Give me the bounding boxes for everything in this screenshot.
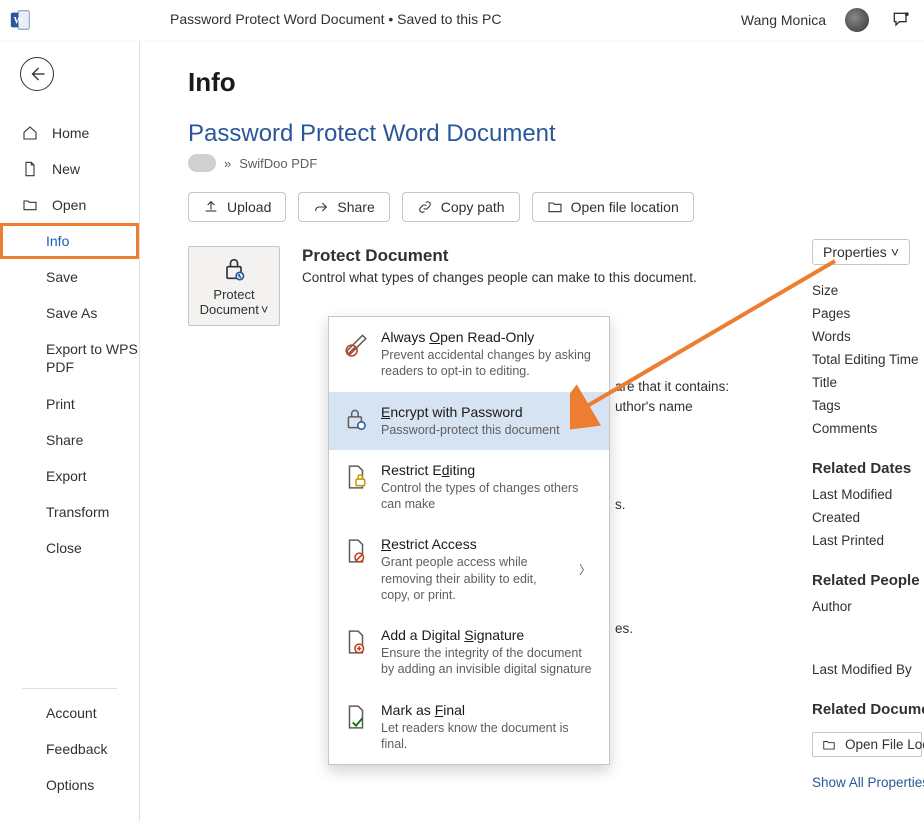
back-button[interactable] (20, 57, 54, 91)
prop-comments: Comments (808, 417, 924, 440)
word-app-icon: W (0, 9, 40, 31)
prop-last-printed: Last Printed (808, 529, 924, 552)
doc-main-title: Password Protect Word Document (188, 120, 924, 148)
info-page: Info Password Protect Word Document » Sw… (140, 41, 924, 821)
action-row: Upload Share Copy path Open file locatio… (188, 192, 924, 222)
restrict-edit-icon (343, 462, 369, 492)
upload-button[interactable]: Upload (188, 192, 286, 222)
menu-readonly[interactable]: Always Open Read-Only Prevent accidental… (329, 317, 609, 392)
user-name[interactable]: Wang Monica (741, 12, 826, 28)
prop-author: Author (808, 595, 924, 618)
page-heading: Info (188, 67, 924, 98)
sidebar-divider (22, 688, 117, 689)
menu-restrict-access[interactable]: Restrict Access Grant people access whil… (329, 524, 609, 615)
chevron-down-icon: ˅ (891, 244, 899, 260)
copy-path-button[interactable]: Copy path (402, 192, 520, 222)
protect-document-menu: Always Open Read-Only Prevent accidental… (328, 316, 610, 765)
home-icon (22, 125, 38, 141)
svg-text:W: W (14, 16, 24, 26)
properties-button[interactable]: Properties˅ (812, 239, 910, 265)
menu-restrict-editing[interactable]: Restrict Editing Control the types of ch… (329, 450, 609, 525)
nav-open[interactable]: Open (0, 187, 139, 223)
upload-icon (203, 199, 219, 215)
backstage-sidebar: Home New Open Info Save Save As Export t… (0, 41, 140, 821)
protect-document-tile[interactable]: Protect Document˅ (188, 246, 280, 326)
user-avatar[interactable] (844, 7, 870, 33)
title-bar: W Password Protect Word Document • Saved… (0, 0, 924, 40)
nav-options[interactable]: Options (0, 767, 139, 803)
nav-export-wps[interactable]: Export to WPS PDF (0, 331, 139, 386)
path-folder: SwifDoo PDF (239, 156, 317, 171)
lock-icon (343, 404, 369, 434)
chevron-right-icon: 〉 (579, 561, 595, 578)
prop-last-modified-by: Last Modified By (808, 658, 924, 681)
nav-export[interactable]: Export (0, 458, 139, 494)
doc-path: » SwifDoo PDF (188, 154, 924, 172)
folder-icon (821, 738, 837, 752)
properties-panel: Properties˅ Size Pages Words Total Editi… (808, 239, 924, 790)
related-dates-heading: Related Dates (808, 440, 924, 483)
nav-info[interactable]: Info (0, 223, 139, 259)
new-doc-icon (22, 161, 38, 177)
open-folder-icon (22, 197, 38, 213)
folder-icon (547, 199, 563, 215)
nav-close[interactable]: Close (0, 530, 139, 566)
nav-home[interactable]: Home (0, 115, 139, 151)
restrict-access-icon (343, 536, 369, 566)
nav-account[interactable]: Account (0, 695, 139, 731)
menu-encrypt-password[interactable]: Encrypt with Password Password-protect t… (329, 392, 609, 450)
prop-size: Size (808, 279, 924, 302)
shield-lock-icon (220, 255, 248, 283)
nav-transform[interactable]: Transform (0, 494, 139, 530)
nav-feedback[interactable]: Feedback (0, 731, 139, 767)
nav-new[interactable]: New (0, 151, 139, 187)
related-docs-heading: Related Documen (808, 681, 924, 724)
obscured-text-3: es. (615, 621, 633, 636)
obscured-text: are that it contains: uthor's name (615, 377, 845, 418)
final-icon (343, 702, 369, 732)
readonly-icon (343, 329, 369, 359)
nav-share[interactable]: Share (0, 422, 139, 458)
menu-mark-final[interactable]: Mark as Final Let readers know the docum… (329, 690, 609, 765)
prop-editing-time: Total Editing Time (808, 348, 924, 371)
protect-heading: Protect Document (302, 246, 697, 266)
chevron-down-icon: ˅ (261, 302, 269, 317)
prop-last-modified: Last Modified (808, 483, 924, 506)
nav-save[interactable]: Save (0, 259, 139, 295)
show-all-properties-link[interactable]: Show All Properties (808, 775, 924, 790)
protect-subtext: Control what types of changes people can… (302, 270, 697, 285)
obscured-text-2: s. (615, 497, 626, 512)
document-title: Password Protect Word Document • Saved t… (170, 11, 501, 27)
share-icon (313, 199, 329, 215)
open-file-location-prop[interactable]: Open File Loca (812, 732, 922, 757)
prop-created: Created (808, 506, 924, 529)
prop-pages: Pages (808, 302, 924, 325)
open-file-location-button[interactable]: Open file location (532, 192, 694, 222)
signature-icon (343, 627, 369, 657)
prop-words: Words (808, 325, 924, 348)
share-button[interactable]: Share (298, 192, 389, 222)
comments-icon[interactable] (888, 7, 914, 33)
cloud-icon (188, 154, 216, 172)
menu-digital-signature[interactable]: Add a Digital Signature Ensure the integ… (329, 615, 609, 690)
link-icon (417, 199, 433, 215)
related-people-heading: Related People (808, 552, 924, 595)
nav-saveas[interactable]: Save As (0, 295, 139, 331)
nav-print[interactable]: Print (0, 386, 139, 422)
